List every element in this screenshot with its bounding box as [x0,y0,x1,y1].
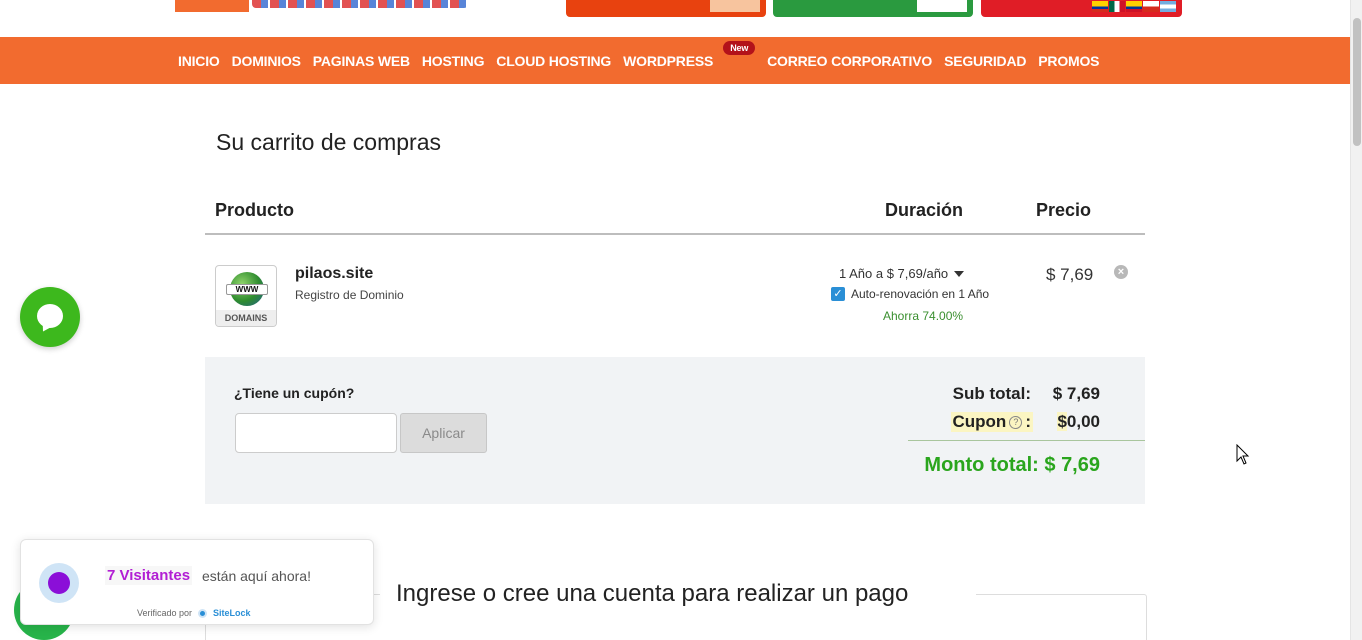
mouse-cursor-icon [1236,444,1250,465]
nav-hosting[interactable]: HOSTING [416,53,490,69]
promo-banner-com[interactable] [566,0,766,17]
new-badge: New [723,40,756,55]
visitor-count: 7 Visitantes [105,566,193,585]
autorenew-checkbox[interactable]: ✓ [831,287,845,301]
sitelock-link[interactable]: SiteLock [213,608,251,618]
coupon-currency: $ [1057,412,1067,431]
product-type: Registro de Dominio [295,288,404,302]
coupon-summary-text: Cupon [952,412,1007,431]
coupon-amount: 0,00 [1066,412,1100,431]
apply-coupon-button[interactable]: Aplicar [400,413,487,453]
promo-banner-green[interactable] [773,0,973,17]
nav-inicio[interactable]: INICIO [172,53,226,69]
nav-dominios[interactable]: DOMINIOS [226,53,307,69]
nav-paginas-web[interactable]: PAGINAS WEB [307,53,416,69]
page-title: Su carrito de compras [216,129,441,155]
coupon-summary-colon: : [1025,412,1031,431]
site-logo[interactable] [175,0,249,12]
remove-item-icon[interactable]: × [1114,265,1128,279]
live-indicator-icon [39,563,79,603]
caret-down-icon [954,270,965,277]
account-title: Ingrese o cree una cuenta para realizar … [396,580,909,607]
order-summary: ¿Tiene un cupón? Aplicar Sub total: $ 7,… [205,357,1145,504]
domain-product-icon: WWW DOMAINS [215,265,277,327]
visitors-popup[interactable]: 7 Visitantes están aquí ahora! Verificad… [20,539,374,625]
coupon-input[interactable] [235,413,397,453]
nav-promos[interactable]: PROMOS [1032,53,1105,69]
autorenew-option[interactable]: ✓ Auto-renovación en 1 Año [831,287,989,301]
chat-button[interactable] [20,287,80,347]
column-header-price: Precio [1036,200,1092,220]
visitor-text: están aquí ahora! [202,568,311,584]
logo-decoration [252,0,468,8]
subtotal-value: $ 7,69 [1052,384,1100,403]
sitelock-shield-icon [198,608,208,618]
nav-wordpress[interactable]: WORDPRESS New [617,40,756,69]
coupon-summary-label: Cupon ? : [950,412,1033,432]
scroll-thumb[interactable] [1353,18,1361,146]
verified-label: Verificado por [137,608,193,618]
summary-divider [908,440,1145,441]
product-name: pilaos.site [295,265,374,282]
nav-cloud-hosting[interactable]: CLOUD HOSTING [490,53,617,69]
main-nav: INICIO DOMINIOS PAGINAS WEB HOSTING CLOU… [0,37,1350,84]
chat-bubble-icon [37,304,63,328]
table-divider [205,233,1145,235]
column-header-product: Producto [215,200,294,220]
subtotal-label: Sub total: [952,384,1031,403]
duration-value: 1 Año a $ 7,69/año [839,266,949,281]
nav-seguridad[interactable]: SEGURIDAD [938,53,1032,69]
column-header-duration: Duración [885,200,964,220]
promo-strip [0,0,1350,37]
help-icon[interactable]: ? [1009,415,1023,429]
total-amount: Monto total: $ 7,69 [924,454,1100,476]
coupon-label: ¿Tiene un cupón? [234,385,355,401]
savings-text: Ahorra 74.00% [883,309,964,323]
nav-wordpress-label: WORDPRESS [623,52,714,69]
item-price: $ 7,69 [1046,265,1094,284]
country-flags [1092,1,1176,12]
page-scrollbar[interactable] [1350,0,1362,640]
www-label: WWW [226,284,268,295]
coupon-summary-value: $0,00 [1057,412,1100,432]
autorenew-label: Auto-renovación en 1 Año [851,287,990,301]
nav-correo-corporativo[interactable]: CORREO CORPORATIVO [761,53,938,69]
duration-select[interactable]: 1 Año a $ 7,69/año [839,266,965,281]
verified-by: Verificado por SiteLock [137,608,251,618]
domains-label: DOMAINS [216,310,276,326]
promo-banner-countries[interactable] [981,0,1182,17]
